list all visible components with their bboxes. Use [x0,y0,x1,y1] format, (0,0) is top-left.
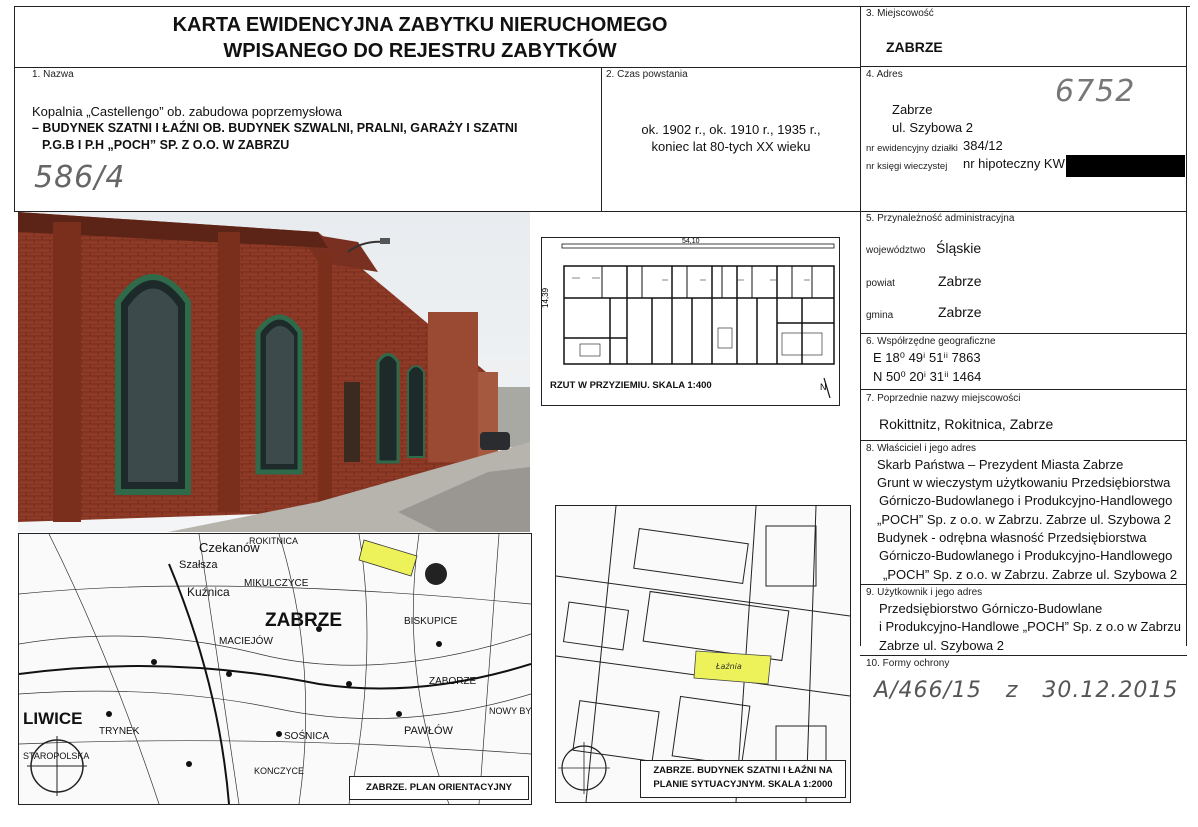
sec8-line: „POCH” Sp. z o.o. w Zabrzu. Zabrze ul. S… [877,512,1172,527]
sec8-label: 8. Właściciel i jego adres [866,443,977,454]
situation-plan-drawing: Łaźnia [556,506,850,802]
floor-plan-side-dimension: 14,39 [542,287,550,308]
sec4-label: 4. Adres [866,69,903,80]
sec5-woj-label: województwo [866,245,926,256]
sec8-line: „POCH” Sp. z o.o. w Zabrzu. Zabrze ul. S… [883,567,1178,582]
sec8-line: Górniczo-Budowlanego i Produkcyjno-Handl… [879,548,1173,563]
sec8-line: Górniczo-Budowlanego i Produkcyjno-Handl… [879,493,1173,508]
sec10-label: 10. Formy ochrony [866,658,950,669]
map-place: NOWY BYTOM [489,706,531,716]
map-place: SOŚNICA [284,729,329,742]
sec4-kw-value: nr hipoteczny KW [963,156,1065,171]
sec2-line2: koniec lat 80-tych XX wieku [651,139,811,154]
sec9-label: 9. Użytkownik i jego adres [866,587,983,598]
map-place: KONCZYCE [254,766,304,776]
map-place: PAWŁÓW [404,724,454,737]
divider-6-7 [860,389,1187,390]
sec5-powiat-value: Zabrze [938,273,982,289]
floor-plan: 14,39 54,10 N RZUT W PRZYZIEMIU. SKALA 1… [541,237,840,406]
sec2-label: 2. Czas powstania [606,69,688,80]
divider-right-col [860,6,861,646]
sec5-label: 5. Przynależność administracyjna [866,213,1015,224]
sec7-value: Rokittnitz, Rokitnica, Zabrze [879,416,1054,432]
redaction-bar [1066,155,1185,177]
map-place: Szałsza [179,559,218,571]
sec6-label: 6. Współrzędne geograficzne [866,336,996,347]
sec8-line: Budynek - odrębna własność Przedsiębiors… [877,530,1147,545]
sec7-label: 7. Poprzednie nazwy miejscowości [866,393,1021,404]
map-place: STAROPOLSKA [23,751,89,761]
sec4-kw-label: nr księgi wieczystej [866,161,948,172]
frame-top [14,6,1190,7]
sec9-line: i Produkcyjno-Handlowe „POCH” Sp. z o.o … [879,619,1182,634]
situation-plan: Łaźnia ZABRZE. BUDYNEK SZATNI I ŁAŹNI NA… [555,505,851,803]
sec2-line1: ok. 1902 r., ok. 1910 r., 1935 r., [641,122,821,137]
situation-caption-line1: ZABRZE. BUDYNEK SZATNI I ŁAŹNI NA [653,765,833,776]
card-title-line1: KARTA EWIDENCYJNA ZABYTKU NIERUCHOMEGO [172,14,668,36]
divider-8-9 [860,584,1187,585]
map-place: LIWICE [23,709,83,728]
divider-3-4 [860,66,1187,67]
map-place: MACIEJÓW [219,634,273,647]
map-place: ROKITNICA [249,536,298,546]
situation-plan-caption: ZABRZE. BUDYNEK SZATNI I ŁAŹNI NA PLANIE… [640,760,846,798]
floor-plan-dimension: 54,10 [682,238,700,245]
sec1-line3: P.G.B I P.H „POCH” SP. Z O.O. W ZABRZU [42,138,290,152]
orientation-map-caption: ZABRZE. PLAN ORIENTACYJNY [349,776,529,800]
situation-building-label: Łaźnia [715,662,742,671]
sec4-plot-value: 384/12 [963,138,1003,153]
sec1-line2: – BUDYNEK SZATNI I ŁAŹNI OB. BUDYNEK SZW… [32,121,518,135]
map-place: MIKULCZYCE [244,578,309,589]
situation-caption-line2: PLANIE SYTUACYJNYM. SKALA 1:2000 [653,779,833,790]
orientation-map: Czekanów Szałsza Kuźnica ZABRZE LIWICE M… [18,533,532,805]
map-location-icon [425,563,447,585]
sec1-line1: Kopalnia „Castellengo” ob. zabudowa popr… [32,104,343,119]
frame-left [14,6,15,211]
sec1-label: 1. Nazwa [32,69,74,80]
sec1-handwritten-number: 586/4 [34,160,126,195]
sec4-city: Zabrze [892,102,933,117]
map-place: ZABRZE [265,610,342,631]
sec6-east: E 18⁰ 49ⁱ 51ⁱⁱ 7863 [873,350,981,365]
sec3-value: ZABRZE [886,39,943,55]
sec4-handwritten-number: 6752 [1055,74,1136,109]
sec5-woj-value: Śląskie [936,240,982,256]
sec5-gmina-value: Zabrze [938,304,982,320]
sec8-line: Skarb Państwa – Prezydent Miasta Zabrze [877,457,1124,472]
orientation-map-drawing: Czekanów Szałsza Kuźnica ZABRZE LIWICE M… [19,534,531,804]
card-title-line2: WPISANEGO DO REJESTRU ZABYTKÓW [223,40,617,62]
sec3-label: 3. Miejscowość [866,8,934,19]
map-place: ZABORZE [429,676,477,687]
map-highlight-marker [358,539,418,577]
map-place: TRYNEK [99,726,140,737]
divider-5-6 [860,333,1187,334]
divider-7-8 [860,440,1187,441]
building-photo [18,212,530,532]
sec9-line: Przedsiębiorstwo Górniczo-Budowlane [879,601,1103,616]
sec4-plot-label: nr ewidencyjny działki [866,143,958,154]
sec9-line: Zabrze ul. Szybowa 2 [879,638,1005,653]
sec5-gmina-label: gmina [866,310,894,321]
sec4-street: ul. Szybowa 2 [892,120,973,135]
floor-plan-caption: RZUT W PRZYZIEMIU. SKALA 1:400 [550,380,712,391]
sec8-line: Grunt w wieczystym użytkowaniu Przedsięb… [877,475,1171,490]
sec10-handwritten-register: A/466/15 z 30.12.2015 [874,678,1179,703]
sec5-powiat-label: powiat [866,278,895,289]
divider-header [14,67,861,68]
map-place: BISKUPICE [404,616,458,627]
map-place: Kuźnica [187,585,230,599]
frame-right [1186,6,1187,646]
divider-9-10 [860,655,1187,656]
building-photo-graphic [18,212,530,532]
sec6-north: N 50⁰ 20ⁱ 31ⁱⁱ 1464 [873,369,982,384]
